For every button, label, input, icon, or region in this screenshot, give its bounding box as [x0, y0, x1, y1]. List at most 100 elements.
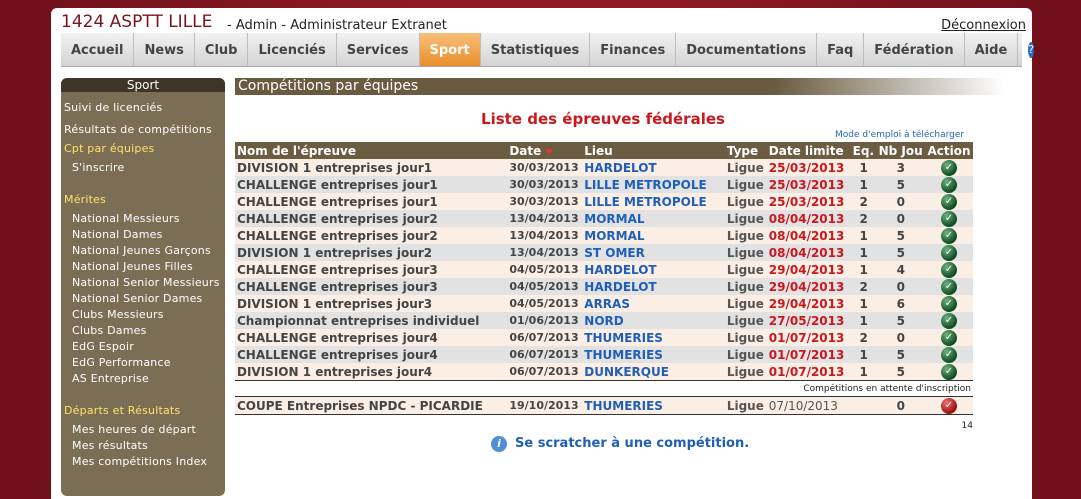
table-row[interactable]: DIVISION 1 entreprises jour2 13/04/2013 ST…: [235, 244, 973, 261]
competition-lieu[interactable]: DUNKERQUE: [582, 363, 725, 381]
register-check-icon[interactable]: ✓: [940, 261, 957, 278]
nav-item-accueil[interactable]: Accueil: [61, 33, 135, 66]
competition-type: Ligue: [724, 227, 767, 244]
sidebar-item-merite[interactable]: EdG Espoir: [72, 340, 134, 353]
nav-item-statistiques[interactable]: Statistiques: [481, 33, 591, 66]
table-row[interactable]: DIVISION 1 entreprises jour1 30/03/2013 HA…: [235, 159, 973, 176]
nav-item-licenciés[interactable]: Licenciés: [248, 33, 337, 66]
competition-date-limite: 25/03/2013: [766, 176, 851, 193]
competition-nb-jou: 5: [876, 363, 925, 381]
table-row[interactable]: CHALLENGE entreprises jour2 13/04/2013 MOR…: [235, 227, 973, 244]
table-row[interactable]: CHALLENGE entreprises jour1 30/03/2013 LIL…: [235, 176, 973, 193]
register-check-icon[interactable]: ✓: [940, 363, 957, 380]
competition-lieu[interactable]: THUMERIES: [582, 346, 725, 363]
table-row[interactable]: CHALLENGE entreprises jour4 06/07/2013 THU…: [235, 329, 973, 346]
col-date[interactable]: Date: [507, 142, 583, 159]
table-row[interactable]: CHALLENGE entreprises jour4 06/07/2013 THU…: [235, 346, 973, 363]
competition-lieu[interactable]: HARDELOT: [582, 278, 725, 295]
sidebar-item-departs[interactable]: Mes résultats: [72, 439, 148, 452]
nav-item-news[interactable]: News: [134, 33, 195, 66]
page: 1424 ASPTT LILLE - Admin - Administrateu…: [51, 8, 1035, 499]
competition-nb-jou: 0: [876, 193, 925, 210]
table-row[interactable]: CHALLENGE entreprises jour3 04/05/2013 HAR…: [235, 278, 973, 295]
nav-item-sport[interactable]: Sport: [419, 33, 481, 66]
scratch-link[interactable]: i Se scratcher à une compétition.: [491, 436, 749, 452]
sidebar-item-merite[interactable]: AS Entreprise: [72, 372, 149, 385]
register-check-icon[interactable]: ✓: [940, 193, 957, 210]
col-type[interactable]: Type: [724, 142, 767, 159]
register-check-icon[interactable]: ✓: [940, 244, 957, 261]
competition-nb-jou: 3: [876, 159, 925, 176]
sidebar-item-merite[interactable]: EdG Performance: [72, 356, 171, 369]
competition-lieu[interactable]: NORD: [582, 312, 725, 329]
competition-name: DIVISION 1 entreprises jour3: [235, 295, 508, 312]
sidebar-item-merite[interactable]: National Senior Dames: [72, 292, 203, 305]
register-check-icon[interactable]: ✓: [940, 227, 957, 244]
register-check-icon[interactable]: ✓: [940, 176, 957, 193]
nav-item-finances[interactable]: Finances: [590, 33, 677, 66]
competition-lieu[interactable]: MORMAL: [582, 210, 725, 227]
competition-lieu[interactable]: HARDELOT: [582, 261, 725, 278]
competition-type: Ligue: [724, 329, 767, 346]
nav-item-faq[interactable]: Faq: [817, 33, 865, 66]
sidebar-item-merite[interactable]: Clubs Messieurs: [72, 308, 164, 321]
competition-lieu[interactable]: THUMERIES: [582, 396, 725, 415]
table-row[interactable]: CHALLENGE entreprises jour1 30/03/2013 LIL…: [235, 193, 973, 210]
table-row[interactable]: Championnat entreprises individuel 01/06/…: [235, 312, 973, 329]
col-lieu[interactable]: Lieu: [582, 142, 725, 159]
competition-lieu[interactable]: MORMAL: [582, 227, 725, 244]
nav-item-fédération[interactable]: Fédération: [864, 33, 965, 66]
nav-item-documentations[interactable]: Documentations: [676, 33, 818, 66]
competition-type: Ligue: [724, 193, 767, 210]
register-check-icon[interactable]: ✓: [940, 159, 957, 176]
table-row[interactable]: DIVISION 1 entreprises jour3 04/05/2013 AR…: [235, 295, 973, 312]
sidebar-item-merite[interactable]: National Jeunes Filles: [72, 260, 193, 273]
competition-name: CHALLENGE entreprises jour1: [235, 176, 508, 193]
table-row[interactable]: COUPE Entreprises NPDC - PICARDIE 19/10/2…: [235, 396, 973, 415]
competition-eq: 1: [850, 227, 877, 244]
sidebar-item-cpt-equipes[interactable]: Cpt par équipes: [64, 142, 154, 155]
sidebar-item-departs[interactable]: Mes heures de départ: [72, 423, 196, 436]
register-check-icon[interactable]: ✓: [940, 312, 957, 329]
register-check-icon[interactable]: ✓: [940, 295, 957, 312]
register-check-icon[interactable]: ✓: [940, 278, 957, 295]
nav-item-services[interactable]: Services: [337, 33, 420, 66]
col-date-limite[interactable]: Date limite: [766, 142, 851, 159]
nav-item-club[interactable]: Club: [195, 33, 249, 66]
sidebar-item-merite[interactable]: National Dames: [72, 228, 163, 241]
mode-emploi-link[interactable]: Mode d'emploi à télécharger: [835, 130, 964, 140]
competition-eq: 1: [850, 261, 877, 278]
table-row[interactable]: CHALLENGE entreprises jour2 13/04/2013 MOR…: [235, 210, 973, 227]
competition-date: 30/03/2013: [507, 193, 583, 210]
sidebar-item-resultats-competitions[interactable]: Résultats de compétitions: [64, 123, 212, 136]
help-icon[interactable]: ?: [1028, 42, 1035, 58]
table-row[interactable]: DIVISION 1 entreprises jour4 06/07/2013 DU…: [235, 363, 973, 381]
table-row[interactable]: CHALLENGE entreprises jour3 04/05/2013 HAR…: [235, 261, 973, 278]
pending-separator: Compétitions en attente d'inscription: [235, 380, 973, 397]
competition-lieu[interactable]: LILLE METROPOLE: [582, 176, 725, 193]
competition-lieu[interactable]: THUMERIES: [582, 329, 725, 346]
sidebar-item-merite[interactable]: National Senior Messieurs: [72, 276, 220, 289]
competition-lieu[interactable]: HARDELOT: [582, 159, 725, 176]
sidebar-item-merite[interactable]: Clubs Dames: [72, 324, 147, 337]
register-check-icon[interactable]: ✓: [940, 346, 957, 363]
competition-type: Ligue: [724, 346, 767, 363]
competition-lieu[interactable]: ARRAS: [582, 295, 725, 312]
competition-lieu[interactable]: LILLE METROPOLE: [582, 193, 725, 210]
register-check-icon[interactable]: ✓: [940, 210, 957, 227]
section-title: Compétitions par équipes: [235, 78, 1005, 95]
competition-date-limite: 07/10/2013: [766, 396, 851, 415]
sidebar-item-merite[interactable]: National Jeunes Garçons: [72, 244, 211, 257]
register-check-icon[interactable]: ✓: [940, 329, 957, 346]
sidebar-item-suivi-licencies[interactable]: Suivi de licenciés: [64, 101, 162, 114]
sidebar-item-merite[interactable]: National Messieurs: [72, 212, 180, 225]
sidebar-item-departs[interactable]: Mes compétitions Index: [72, 455, 207, 468]
competition-lieu[interactable]: ST OMER: [582, 244, 725, 261]
sidebar-item-inscrire[interactable]: S'inscrire: [72, 161, 124, 174]
logout-link[interactable]: Déconnexion: [941, 18, 1026, 33]
main-content: Compétitions par équipes Liste des épreu…: [235, 78, 1005, 452]
competition-name: DIVISION 1 entreprises jour1: [235, 159, 508, 176]
nav-item-aide[interactable]: Aide: [965, 33, 1019, 66]
col-name[interactable]: Nom de l'épreuve: [235, 142, 508, 159]
register-red-icon[interactable]: ✓: [940, 397, 957, 414]
